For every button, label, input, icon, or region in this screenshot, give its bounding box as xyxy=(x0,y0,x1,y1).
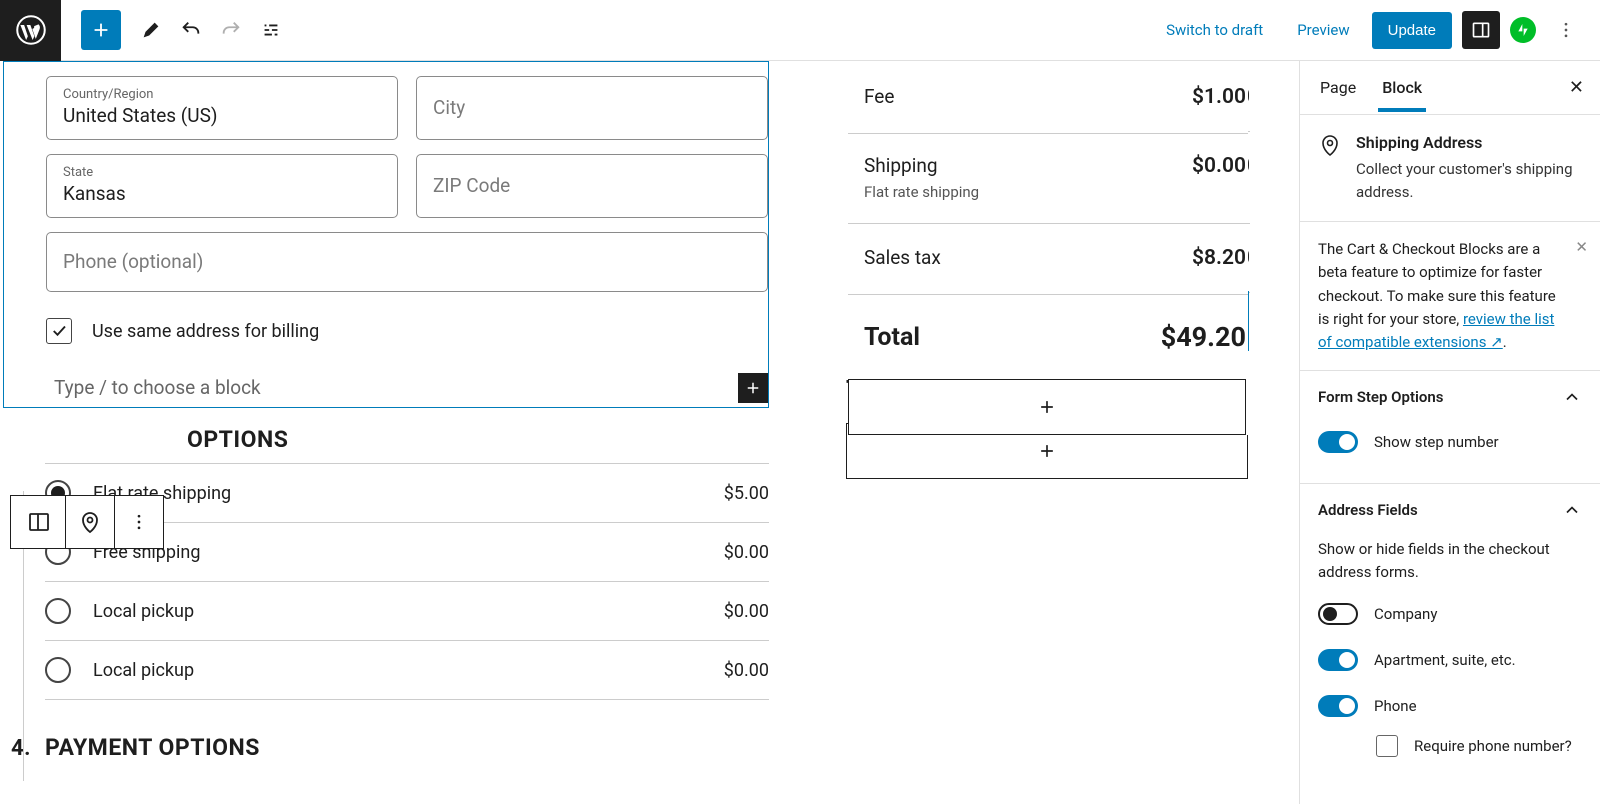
state-label: State xyxy=(63,165,381,180)
toggle-show-step-number[interactable] xyxy=(1318,431,1358,453)
state-field[interactable]: State Kansas xyxy=(46,154,398,218)
checkbox-checked-icon[interactable] xyxy=(46,318,72,344)
switch-to-draft-link[interactable]: Switch to draft xyxy=(1154,11,1275,49)
details-button[interactable] xyxy=(251,10,291,50)
radio-icon[interactable] xyxy=(45,657,71,683)
tab-block[interactable]: Block xyxy=(1378,63,1426,112)
chevron-up-icon xyxy=(1562,500,1582,520)
summary-value: $8.20 xyxy=(1192,246,1246,270)
checkbox-icon[interactable] xyxy=(1376,735,1398,757)
shipping-option[interactable]: Local pickup $0.00 xyxy=(45,641,769,700)
city-placeholder: City xyxy=(433,96,751,119)
toggle-label: Show step number xyxy=(1374,433,1499,451)
summary-value: $0.00 xyxy=(1192,154,1246,201)
shipping-options-heading: OPTIONS xyxy=(187,426,288,453)
preview-link[interactable]: Preview xyxy=(1285,11,1361,49)
zip-placeholder: ZIP Code xyxy=(433,174,751,197)
close-sidebar-icon[interactable]: ✕ xyxy=(1569,77,1584,98)
panel-form-step-options[interactable]: Form Step Options xyxy=(1300,371,1600,413)
block-toolbar xyxy=(10,495,164,549)
toggle-label: Company xyxy=(1374,605,1437,623)
panel-title: Form Step Options xyxy=(1318,388,1443,406)
summary-value: $1.00 xyxy=(1192,85,1246,109)
country-value: United States (US) xyxy=(63,104,381,127)
pin-icon xyxy=(1318,133,1342,203)
total-value: $49.20 xyxy=(1161,321,1246,353)
shipping-option[interactable]: Local pickup $0.00 xyxy=(45,582,769,641)
toggle-label: Phone xyxy=(1374,697,1417,715)
shipping-address-block[interactable]: Country/Region United States (US) City S… xyxy=(3,61,769,408)
dismiss-notice-icon[interactable]: ✕ xyxy=(1575,236,1588,259)
phone-placeholder: Phone (optional) xyxy=(63,250,751,273)
edit-mode-button[interactable] xyxy=(131,10,171,50)
country-label: Country/Region xyxy=(63,87,381,102)
radio-icon[interactable] xyxy=(45,598,71,624)
state-value: Kansas xyxy=(63,182,381,205)
toggle-company[interactable] xyxy=(1318,603,1358,625)
toggle-apartment[interactable] xyxy=(1318,649,1358,671)
redo-button[interactable] xyxy=(211,10,251,50)
toggle-label: Apartment, suite, etc. xyxy=(1374,651,1516,669)
summary-label: Shipping xyxy=(864,154,979,177)
add-block-after-summary[interactable] xyxy=(848,379,1246,435)
inline-add-block-button[interactable] xyxy=(738,373,768,403)
shipping-option-price: $0.00 xyxy=(724,601,769,622)
settings-sidebar: Page Block ✕ Shipping Address Collect yo… xyxy=(1299,61,1600,804)
address-fields-desc: Show or hide fields in the checkout addr… xyxy=(1318,538,1582,583)
tab-page[interactable]: Page xyxy=(1316,63,1360,112)
phone-field[interactable]: Phone (optional) xyxy=(46,232,768,292)
summary-label: Fee xyxy=(864,85,894,109)
jetpack-icon[interactable] xyxy=(1510,17,1536,43)
undo-button[interactable] xyxy=(171,10,211,50)
zip-field[interactable]: ZIP Code xyxy=(416,154,768,218)
same-address-checkbox-row[interactable]: Use same address for billing xyxy=(46,318,768,344)
block-type-icon[interactable] xyxy=(65,495,115,549)
payment-options-heading: PAYMENT OPTIONS xyxy=(45,734,260,761)
summary-label: Sales tax xyxy=(864,246,941,270)
block-more-button[interactable] xyxy=(114,495,164,549)
block-appender-prompt[interactable]: Type / to choose a block xyxy=(46,370,261,405)
shipping-option-price: $0.00 xyxy=(724,542,769,563)
shipping-option-price: $0.00 xyxy=(724,660,769,681)
require-phone-label: Require phone number? xyxy=(1414,737,1572,755)
panel-address-fields[interactable]: Address Fields xyxy=(1300,484,1600,526)
toggle-phone[interactable] xyxy=(1318,695,1358,717)
more-menu-button[interactable] xyxy=(1546,10,1586,50)
payment-step-number: 4. xyxy=(11,736,45,761)
editor-top-toolbar: Switch to draft Preview Update xyxy=(0,0,1600,61)
city-field[interactable]: City xyxy=(416,76,768,140)
block-title: Shipping Address xyxy=(1356,133,1582,152)
block-description: Collect your customer's shipping address… xyxy=(1356,158,1582,203)
shipping-option-label: Local pickup xyxy=(93,660,194,681)
update-button[interactable]: Update xyxy=(1372,12,1452,49)
chevron-up-icon xyxy=(1562,387,1582,407)
summary-sublabel: Flat rate shipping xyxy=(864,183,979,201)
shipping-option-price: $5.00 xyxy=(724,483,769,504)
beta-notice: The Cart & Checkout Blocks are a beta fe… xyxy=(1300,222,1600,371)
add-block-button[interactable] xyxy=(81,10,121,50)
same-address-label: Use same address for billing xyxy=(92,321,319,342)
total-label: Total xyxy=(864,323,920,352)
country-field[interactable]: Country/Region United States (US) xyxy=(46,76,398,140)
parent-block-button[interactable] xyxy=(10,495,66,549)
wordpress-logo[interactable] xyxy=(0,0,61,61)
shipping-option-label: Local pickup xyxy=(93,601,194,622)
panel-title: Address Fields xyxy=(1318,501,1418,519)
require-phone-row[interactable]: Require phone number? xyxy=(1318,729,1582,757)
settings-sidebar-toggle[interactable] xyxy=(1462,11,1500,49)
